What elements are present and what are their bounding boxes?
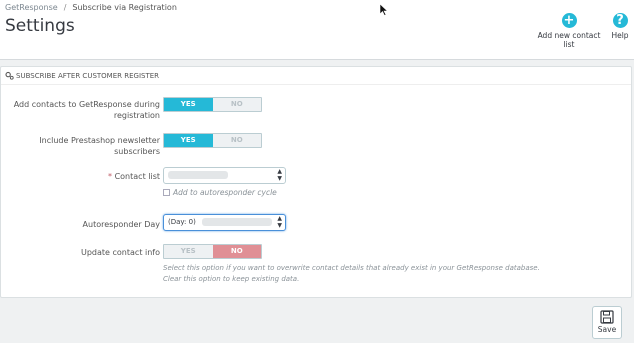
add-contacts-switch[interactable]: YES NO: [163, 97, 262, 112]
add-contacts-no-option[interactable]: NO: [213, 98, 262, 111]
include-newsletter-no-option[interactable]: NO: [213, 134, 262, 147]
page-title: Settings: [5, 16, 75, 36]
cogs-icon: [5, 71, 14, 80]
include-newsletter-label: Include Prestashop newsletter subscriber…: [39, 136, 160, 156]
page-header: GetResponse / Subscribe via Registration S…: [0, 0, 634, 60]
plus-circle-icon: +: [561, 13, 577, 28]
select-arrows-icon: ▲ ▼: [277, 215, 282, 229]
autoresponder-cycle-label: Add to autoresponder cycle: [173, 188, 277, 197]
contact-list-value: [168, 171, 228, 179]
mouse-cursor-icon: [380, 4, 388, 16]
breadcrumb-root[interactable]: GetResponse: [5, 3, 58, 12]
autoresponder-day-blurred-text: [202, 218, 273, 226]
question-circle-icon: ?: [612, 13, 628, 28]
autoresponder-day-select[interactable]: (Day: 0) ▲ ▼: [163, 214, 286, 231]
add-contacts-label: Add contacts to GetResponse during regis…: [13, 100, 160, 120]
update-contact-info-help: Select this option if you want to overwr…: [163, 264, 540, 283]
add-contacts-yes-option[interactable]: YES: [164, 98, 213, 111]
include-newsletter-yes-option[interactable]: YES: [164, 134, 213, 147]
required-marker: *: [108, 172, 113, 181]
panel-heading-text: SUBSCRIBE AFTER CUSTOMER REGISTER: [16, 71, 160, 80]
breadcrumb-current: Subscribe via Registration: [72, 3, 177, 12]
add-new-contact-list-button[interactable]: + Add new contact list: [533, 13, 605, 49]
help-button[interactable]: ? Help: [609, 13, 631, 40]
autoresponder-day-label: Autoresponder Day: [82, 220, 160, 229]
select-arrows-icon: ▲ ▼: [277, 168, 282, 182]
contact-list-label: * Contact list: [108, 172, 160, 181]
update-contact-info-no-option[interactable]: NO: [212, 245, 261, 258]
help-label: Help: [611, 31, 629, 40]
update-contact-info-switch[interactable]: YES NO: [163, 244, 262, 259]
update-contact-info-yes-option[interactable]: YES: [164, 245, 213, 258]
breadcrumb-separator: /: [63, 3, 67, 12]
save-label: Save: [597, 325, 617, 334]
include-newsletter-switch[interactable]: YES NO: [163, 133, 262, 148]
autoresponder-cycle-option[interactable]: Add to autoresponder cycle: [163, 188, 277, 197]
add-new-contact-list-label: Add new contact list: [537, 31, 601, 49]
panel-heading: SUBSCRIBE AFTER CUSTOMER REGISTER: [1, 67, 631, 85]
autoresponder-day-value: (Day: 0): [168, 218, 196, 226]
breadcrumb: GetResponse / Subscribe via Registration: [5, 3, 177, 12]
autoresponder-cycle-checkbox[interactable]: [163, 189, 170, 196]
contact-list-select[interactable]: ▲ ▼: [163, 167, 286, 184]
update-contact-info-label: Update contact info: [81, 248, 160, 257]
save-button[interactable]: Save: [592, 306, 622, 339]
floppy-disk-icon: [600, 310, 614, 324]
